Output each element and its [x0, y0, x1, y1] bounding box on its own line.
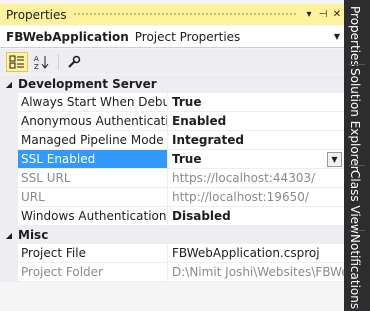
- property-row-pipeline-mode[interactable]: Managed Pipeline Mode Integrated: [0, 131, 344, 150]
- property-name: SSL URL: [18, 169, 168, 188]
- property-name: Anonymous Authentication: [18, 112, 168, 131]
- property-row-project-folder[interactable]: Project Folder D:\Nimit Joshi\Websites\F…: [0, 263, 344, 282]
- close-icon[interactable]: ✕: [330, 9, 344, 20]
- category-development-server[interactable]: ◢ Development Server: [0, 75, 344, 93]
- property-value: True: [172, 151, 202, 166]
- tab-class-view[interactable]: Class View: [348, 170, 362, 234]
- side-tab-strip: Properties Solution Explorer Class View …: [344, 0, 370, 311]
- property-value[interactable]: Disabled: [168, 207, 344, 226]
- property-value[interactable]: True: [168, 93, 344, 112]
- property-name: URL: [18, 188, 168, 207]
- property-name: Windows Authentication: [18, 207, 168, 226]
- alphabetical-button[interactable]: A Z: [30, 52, 52, 72]
- chevron-down-icon[interactable]: ▼: [330, 32, 344, 41]
- property-value[interactable]: FBWebApplication.csproj: [168, 244, 344, 263]
- object-name: FBWebApplication: [6, 29, 129, 44]
- property-row-project-file[interactable]: Project File FBWebApplication.csproj: [0, 244, 344, 263]
- property-value[interactable]: Enabled: [168, 112, 344, 131]
- auto-hide-pin-icon[interactable]: ⊣: [316, 9, 330, 20]
- property-value[interactable]: Integrated: [168, 131, 344, 150]
- panel-title: Properties: [6, 7, 67, 22]
- toolbar-separator: [58, 53, 59, 70]
- properties-panel: Properties ▾ ⊣ ✕ FBWebApplication Projec…: [0, 0, 344, 311]
- tab-solution-explorer[interactable]: Solution Explorer: [348, 68, 362, 171]
- property-value: http://localhost:19650/: [168, 188, 344, 207]
- tab-notifications[interactable]: Notifications: [348, 234, 362, 309]
- property-row-always-start[interactable]: Always Start When Debugg True: [0, 93, 344, 112]
- property-row-ssl-enabled[interactable]: SSL Enabled True ▼: [0, 150, 344, 169]
- object-type: Project Properties: [134, 29, 241, 44]
- property-name: SSL Enabled: [18, 150, 168, 169]
- svg-text:A: A: [34, 55, 39, 63]
- property-name: Managed Pipeline Mode: [18, 131, 168, 150]
- dropdown-arrow-icon[interactable]: ▼: [327, 151, 342, 167]
- property-row-windows-auth[interactable]: Windows Authentication Disabled: [0, 207, 344, 226]
- property-name: Always Start When Debugg: [18, 93, 168, 112]
- property-value: https://localhost:44303/: [168, 169, 344, 188]
- properties-toolbar: A Z: [0, 49, 344, 74]
- collapse-icon[interactable]: ◢: [0, 231, 18, 240]
- window-position-dropdown-icon[interactable]: ▾: [302, 9, 316, 20]
- property-value: D:\Nimit Joshi\Websites\FBWeb: [168, 263, 344, 282]
- wrench-icon: [68, 55, 81, 68]
- property-row-anonymous-auth[interactable]: Anonymous Authentication Enabled: [0, 112, 344, 131]
- categorized-icon: [9, 55, 24, 68]
- svg-text:Z: Z: [34, 63, 39, 70]
- sort-alphabetical-icon: A Z: [34, 55, 49, 70]
- property-pages-button[interactable]: [63, 52, 85, 72]
- object-selector[interactable]: FBWebApplication Project Properties ▼: [0, 26, 344, 48]
- property-value-dropdown[interactable]: True ▼: [168, 150, 344, 169]
- collapse-icon[interactable]: ◢: [0, 80, 18, 89]
- property-row-url[interactable]: URL http://localhost:19650/: [0, 188, 344, 207]
- property-row-ssl-url[interactable]: SSL URL https://localhost:44303/: [0, 169, 344, 188]
- drag-grip[interactable]: [72, 12, 298, 17]
- property-grid: ◢ Development Server Always Start When D…: [0, 75, 344, 282]
- property-name: Project Folder: [18, 263, 168, 282]
- property-name: Project File: [18, 244, 168, 263]
- categorized-button[interactable]: [6, 51, 28, 72]
- tab-properties[interactable]: Properties: [348, 6, 362, 67]
- category-label: Misc: [18, 228, 49, 242]
- category-misc[interactable]: ◢ Misc: [0, 226, 344, 244]
- panel-titlebar: Properties ▾ ⊣ ✕: [0, 4, 344, 25]
- category-label: Development Server: [18, 77, 157, 91]
